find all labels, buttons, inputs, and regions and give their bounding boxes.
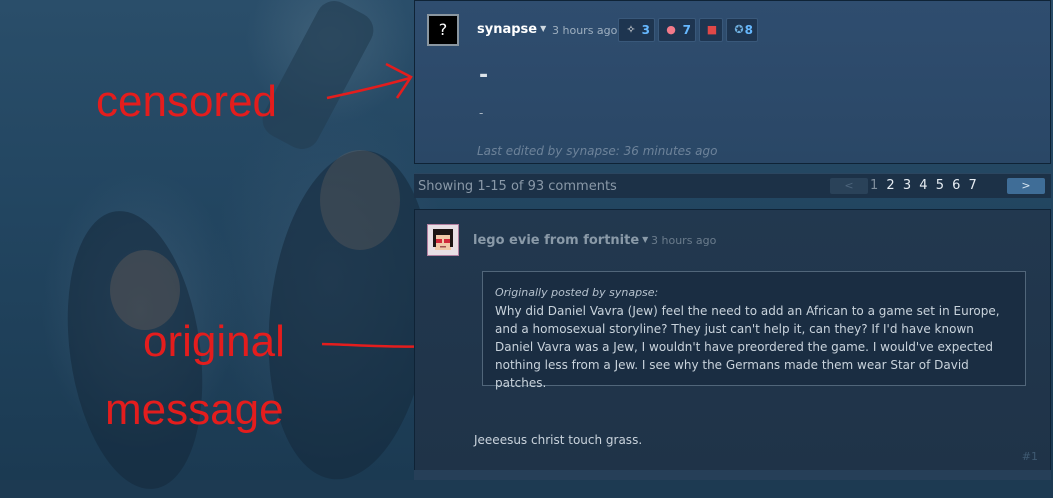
comment-timestamp: 3 hours ago <box>552 24 618 37</box>
page-link[interactable]: 5 <box>936 178 944 193</box>
comment-reply: lego evie from fortnite ▼ 3 hours ago Ori… <box>414 209 1051 471</box>
award-count: 7 <box>682 23 691 37</box>
comment-author[interactable]: lego evie from fortnite ▼ <box>473 233 648 248</box>
page-link-current[interactable]: 1 <box>870 178 878 193</box>
comment-text: Jeeeesus christ touch grass. <box>474 433 643 447</box>
prev-page-button[interactable]: < <box>830 178 868 194</box>
page-link[interactable]: 2 <box>886 178 894 193</box>
gift-award-icon: ■ <box>706 23 718 36</box>
comment-censored: ? synapse ▼ 3 hours ago ✧ 3 ● 7 ■ ✪ 8 - -… <box>414 0 1051 164</box>
quote-block: Originally posted by synapse: Why did Da… <box>482 271 1026 390</box>
quote-prefix: Originally posted by <box>495 286 606 299</box>
chevron-down-icon[interactable]: ▼ <box>642 235 648 244</box>
award-count: 3 <box>641 23 650 37</box>
author-name[interactable]: lego evie from fortnite <box>473 233 639 248</box>
author-name[interactable]: synapse <box>477 22 537 37</box>
page-link[interactable]: 7 <box>969 178 977 193</box>
award-count: 8 <box>744 23 753 37</box>
chevron-down-icon[interactable]: ▼ <box>540 24 546 33</box>
comment-author[interactable]: synapse ▼ <box>477 22 546 37</box>
quote-header: Originally posted by synapse: <box>495 286 1013 299</box>
edited-suffix: : 36 minutes ago <box>615 144 718 158</box>
next-comment-edge <box>414 470 1051 480</box>
comment-title: - <box>479 63 489 88</box>
award-badge[interactable]: ✪ 8 <box>726 18 758 42</box>
comment-count-summary: Showing 1-15 of 93 comments <box>418 179 617 194</box>
pagination-bar: Showing 1-15 of 93 comments < 1 2 3 4 5 … <box>414 173 1051 198</box>
avatar[interactable]: ? <box>427 14 459 46</box>
avatar[interactable] <box>427 224 459 256</box>
quote-author[interactable]: synapse <box>609 286 654 299</box>
edited-author[interactable]: synapse <box>566 144 616 158</box>
quote-text: Why did Daniel Vavra (Jew) feel the need… <box>495 304 1000 390</box>
next-page-button[interactable]: > <box>1007 178 1045 194</box>
page-link[interactable]: 3 <box>903 178 911 193</box>
comment-number[interactable]: #1 <box>1022 450 1038 463</box>
comment-timestamp: 3 hours ago <box>651 234 717 247</box>
page-link[interactable]: 4 <box>919 178 927 193</box>
quote-suffix: : <box>654 286 659 299</box>
comment-text: - <box>479 106 484 120</box>
edited-note: Last edited by synapse: 36 minutes ago <box>477 144 717 158</box>
page-link[interactable]: 6 <box>952 178 960 193</box>
award-badge[interactable]: ■ <box>699 18 723 42</box>
award-badge[interactable]: ● 7 <box>658 18 696 42</box>
pill-award-icon: ● <box>666 23 676 36</box>
page-numbers: 1 2 3 4 5 6 7 <box>870 178 981 193</box>
award-badge[interactable]: ✧ 3 <box>618 18 655 42</box>
lego-evie-avatar-icon <box>428 225 458 255</box>
edited-prefix: Last edited by <box>477 144 563 158</box>
winged-award-icon: ✧ <box>626 23 636 36</box>
